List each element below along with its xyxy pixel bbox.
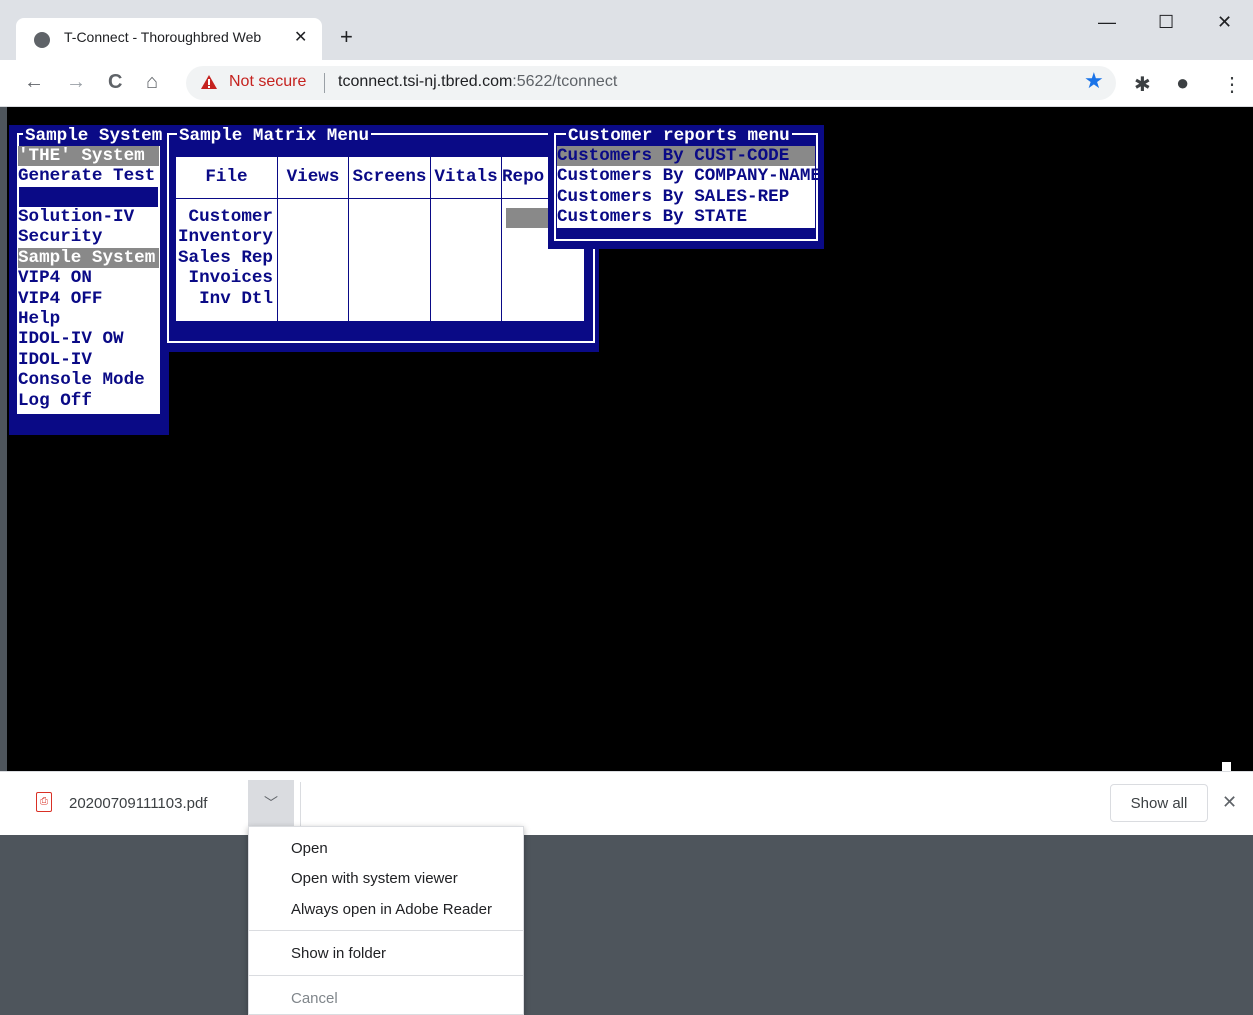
menu-item-sample-system[interactable]: Sample System bbox=[18, 247, 159, 269]
menu-always-open-adobe[interactable]: Always open in Adobe Reader bbox=[291, 901, 492, 918]
menu-divider bbox=[249, 930, 523, 931]
matrix-file-cell: Customer Inventory Sales Rep Invoices In… bbox=[175, 198, 278, 322]
matrix-menu-panel: Sample Matrix Menu File Views Screens Vi… bbox=[165, 125, 599, 352]
tab-favicon-icon bbox=[34, 32, 50, 48]
download-separator bbox=[300, 782, 301, 826]
browser-titlebar: T-Connect - Thoroughbred Web ✕ + — ☐ ✕ bbox=[0, 0, 1253, 60]
matrix-table: File Views Screens Vitals Repo Customer … bbox=[175, 156, 585, 322]
menu-item-console-mode[interactable]: Console Mode bbox=[18, 370, 159, 390]
url-text[interactable]: tconnect.tsi-nj.tbred.com:5622/tconnect bbox=[338, 73, 617, 91]
matrix-vitals-cell bbox=[430, 198, 502, 322]
terminal-screen[interactable]: Sample System 'THE' System Generate Test… bbox=[7, 107, 1253, 771]
download-context-menu: Open Open with system viewer Always open… bbox=[248, 826, 524, 1015]
menu-open[interactable]: Open bbox=[291, 840, 328, 857]
tab-title: T-Connect - Thoroughbred Web bbox=[64, 29, 262, 45]
tab-close-icon[interactable]: ✕ bbox=[294, 27, 307, 47]
matrix-menu-title: Sample Matrix Menu bbox=[177, 126, 372, 147]
menu-item-the-system[interactable]: 'THE' System bbox=[18, 146, 159, 167]
browser-tab[interactable]: T-Connect - Thoroughbred Web ✕ bbox=[16, 18, 322, 60]
close-window-button[interactable]: ✕ bbox=[1217, 12, 1232, 33]
url-host: tconnect.tsi-nj.tbred.com bbox=[338, 73, 513, 90]
menu-item-idol-iv-ow[interactable]: IDOL-IV OW bbox=[18, 329, 159, 349]
matrix-col-views[interactable]: Views bbox=[277, 156, 349, 199]
address-bar[interactable]: Not secure tconnect.tsi-nj.tbred.com:562… bbox=[186, 66, 1116, 100]
menu-item-help[interactable]: Help bbox=[18, 309, 159, 329]
customer-menu-panel: Customer reports menu Customers By CUST-… bbox=[548, 125, 824, 249]
extensions-icon[interactable]: ✱ bbox=[1134, 72, 1151, 97]
profile-icon[interactable]: ● bbox=[1176, 70, 1189, 96]
system-menu-top-list: 'THE' System Generate Test bbox=[18, 146, 159, 187]
reload-button[interactable]: C bbox=[108, 70, 122, 94]
system-menu-list: Solution-IV Security Sample System VIP4 … bbox=[18, 207, 159, 412]
menu-item-log-off[interactable]: Log Off bbox=[18, 391, 159, 411]
file-item-invoices[interactable]: Invoices bbox=[176, 268, 273, 288]
pdf-file-icon: ⎙ bbox=[36, 792, 52, 812]
forward-button[interactable]: → bbox=[66, 70, 86, 94]
matrix-views-cell bbox=[277, 198, 349, 322]
menu-item-vip4-off[interactable]: VIP4 OFF bbox=[18, 289, 159, 309]
download-bar: ⎙ 20200709111103.pdf ﹀ Show all ✕ bbox=[0, 771, 1253, 835]
customer-item-sales-rep[interactable]: Customers By SALES-REP bbox=[557, 187, 815, 207]
close-download-bar-icon[interactable]: ✕ bbox=[1222, 792, 1237, 813]
menu-open-system-viewer[interactable]: Open with system viewer bbox=[291, 870, 458, 887]
system-menu-title: Sample System bbox=[23, 126, 165, 147]
menu-item-security[interactable]: Security bbox=[18, 227, 159, 247]
address-separator bbox=[324, 73, 325, 93]
browser-toolbar: ← → C ⌂ Not secure tconnect.tsi-nj.tbred… bbox=[0, 60, 1253, 107]
customer-item-state[interactable]: Customers By STATE bbox=[557, 207, 815, 227]
menu-item-generate-test[interactable]: Generate Test bbox=[18, 166, 159, 186]
terminal-cursor bbox=[1222, 762, 1231, 771]
file-item-sales-rep[interactable]: Sales Rep bbox=[176, 248, 273, 268]
browser-menu-icon[interactable]: ⋮ bbox=[1222, 72, 1242, 97]
menu-show-in-folder[interactable]: Show in folder bbox=[291, 945, 386, 962]
menu-divider bbox=[249, 975, 523, 976]
file-item-customer[interactable]: Customer bbox=[176, 207, 273, 227]
menu-item-solution-iv[interactable]: Solution-IV bbox=[18, 207, 159, 227]
matrix-table-area: File Views Screens Vitals Repo Customer … bbox=[175, 156, 585, 322]
matrix-col-screens[interactable]: Screens bbox=[348, 156, 431, 199]
minimize-button[interactable]: — bbox=[1098, 12, 1116, 33]
new-tab-button[interactable]: + bbox=[340, 24, 353, 50]
show-all-button[interactable]: Show all bbox=[1110, 784, 1208, 822]
file-item-inventory[interactable]: Inventory bbox=[176, 227, 273, 247]
warning-icon bbox=[201, 75, 217, 89]
menu-item-vip4-on[interactable]: VIP4 ON bbox=[18, 268, 159, 288]
download-options-chevron-icon[interactable]: ﹀ bbox=[248, 780, 294, 828]
matrix-col-file[interactable]: File bbox=[175, 156, 278, 199]
customer-item-cust-code[interactable]: Customers By CUST-CODE bbox=[557, 146, 815, 167]
matrix-col-vitals[interactable]: Vitals bbox=[430, 156, 502, 199]
not-secure-label[interactable]: Not secure bbox=[229, 73, 306, 91]
maximize-button[interactable]: ☐ bbox=[1158, 12, 1174, 33]
bookmark-star-icon[interactable]: ★ bbox=[1084, 68, 1104, 94]
back-button[interactable]: ← bbox=[24, 70, 44, 94]
home-button[interactable]: ⌂ bbox=[146, 70, 158, 94]
system-menu-panel: Sample System 'THE' System Generate Test… bbox=[9, 125, 169, 435]
download-file-name[interactable]: 20200709111103.pdf bbox=[69, 795, 207, 812]
customer-menu-list: Customers By CUST-CODE Customers By COMP… bbox=[557, 146, 821, 228]
menu-item-idol-iv[interactable]: IDOL-IV bbox=[18, 350, 159, 370]
file-item-inv-dtl[interactable]: Inv Dtl bbox=[176, 289, 273, 309]
customer-item-company-name[interactable]: Customers By COMPANY-NAME bbox=[557, 166, 821, 186]
matrix-screens-cell bbox=[348, 198, 431, 322]
customer-menu-title: Customer reports menu bbox=[566, 126, 792, 147]
menu-cancel[interactable]: Cancel bbox=[291, 990, 338, 1007]
url-path: :5622/tconnect bbox=[512, 73, 618, 90]
